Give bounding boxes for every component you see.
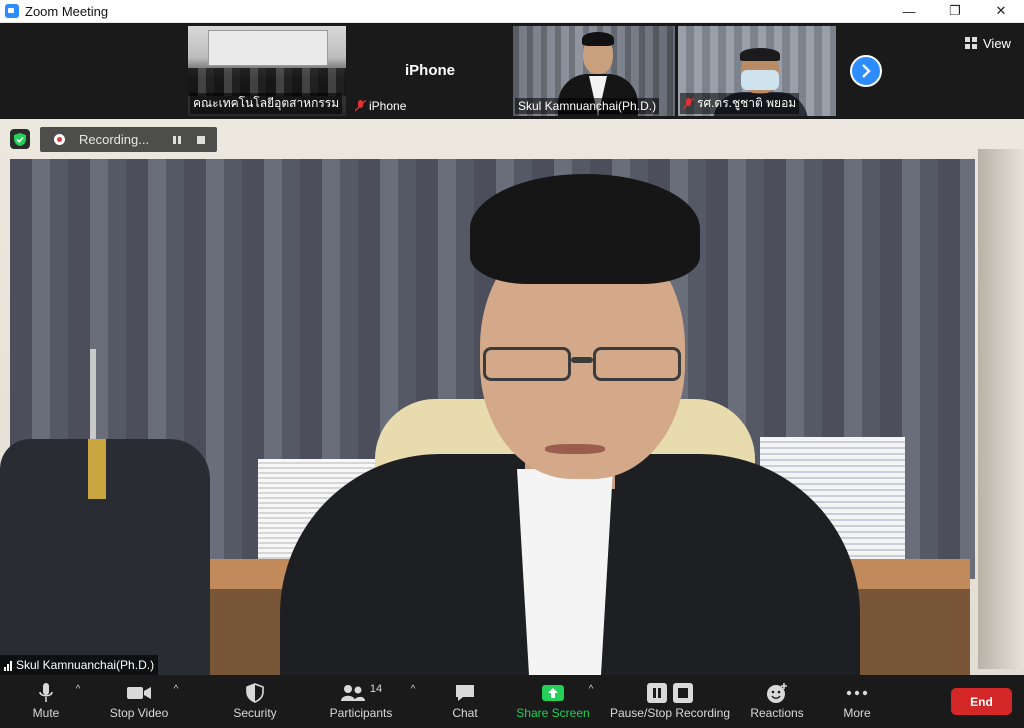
speaker-glasses [483,347,681,387]
security-button[interactable]: Security [228,680,282,726]
mic-muted-icon [355,100,366,112]
more-button[interactable]: More [838,680,876,726]
share-screen-label: Share Screen [516,706,590,720]
mic-muted-icon [683,97,694,109]
active-speaker-video: Recording... Skul Kamnuanchai(Ph.D.) [0,119,1024,675]
recording-controls-icon [647,680,693,706]
reaction-smiley-icon [766,680,788,706]
participant-name-label: รศ.ดร.ชูชาติ พยอม [680,93,800,114]
microphone-icon [39,680,53,706]
person-hair [740,48,780,61]
security-shield-icon[interactable] [10,129,30,149]
stop-icon [197,135,205,144]
hanging-tie [88,439,106,499]
window-controls: — ❐ ✕ [886,0,1024,23]
audio-options-caret[interactable]: ^ [73,685,83,695]
title-bar: Zoom Meeting — ❐ ✕ [0,0,1024,23]
participants-count: 14 [369,683,383,695]
participant-name: iPhone [369,99,407,113]
participant-thumbnail[interactable]: รศ.ดร.ชูชาติ พยอม [678,26,836,116]
reactions-label: Reactions [750,706,804,720]
stop-video-label: Stop Video [109,706,169,720]
share-options-caret[interactable]: ^ [586,685,596,695]
participant-display-name: iPhone [404,62,455,79]
stop-recording-button[interactable] [191,130,211,150]
speaker-hair [470,174,700,284]
speaker-name-tag: Skul Kamnuanchai(Ph.D.) [0,655,159,675]
shield-check-icon [14,132,26,146]
more-ellipsis-icon [846,680,868,706]
face-mask [741,70,779,90]
participant-name: รศ.ดร.ชูชาติ พยอม [697,96,797,110]
video-options-caret[interactable]: ^ [171,685,181,695]
chat-bubble-icon [454,680,476,706]
mute-label: Mute [32,706,60,720]
close-button[interactable]: ✕ [978,0,1024,23]
reactions-button[interactable]: Reactions [748,680,806,726]
stop-icon [673,683,693,703]
view-button[interactable]: View [959,31,1017,55]
grid-icon [965,37,977,49]
participant-thumbnail-active-speaker[interactable]: Skul Kamnuanchai(Ph.D.) [513,26,675,116]
classroom-people [188,68,346,96]
participant-name-label: Skul Kamnuanchai(Ph.D.) [515,98,660,114]
recording-indicator: Recording... [40,127,217,152]
participants-icon: 14 [340,680,382,706]
participants-button[interactable]: 14 Participants [326,680,396,726]
window-frame [978,149,1024,669]
maximize-button[interactable]: ❐ [932,0,978,23]
pause-recording-button[interactable] [167,130,187,150]
participant-thumbnail[interactable]: คณะเทคโนโลยีอุตสาหกรรม [188,26,346,116]
pause-icon [647,683,667,703]
pause-stop-recording-label: Pause/Stop Recording [609,706,731,720]
security-label: Security [233,706,277,720]
mute-button[interactable]: Mute [26,680,66,726]
chevron-right-icon [862,64,871,78]
participant-name: Skul Kamnuanchai(Ph.D.) [518,99,657,113]
participant-name: คณะเทคโนโลยีอุตสาหกรรม [193,96,340,110]
zoom-app-icon [5,4,19,18]
share-screen-icon [541,680,565,706]
signal-strength-icon [4,660,12,671]
share-screen-button[interactable]: Share Screen [516,680,590,726]
pause-icon [173,135,181,144]
speaker-mouth [545,444,605,454]
shield-icon [246,680,264,706]
video-camera-icon [126,680,152,706]
view-label: View [983,35,1011,51]
participant-thumbnail[interactable]: iPhone iPhone [350,26,510,116]
end-meeting-button[interactable]: End [951,688,1012,715]
participants-options-caret[interactable]: ^ [408,685,418,695]
next-page-button[interactable] [850,55,882,87]
participants-label: Participants [329,706,393,720]
participant-thumbnail-strip: คณะเทคโนโลยีอุตสาหกรรม iPhone iPhone Sku… [0,23,1024,119]
record-dot-icon [54,134,65,145]
speaker-name: Skul Kamnuanchai(Ph.D.) [16,658,155,672]
window-title: Zoom Meeting [25,3,109,19]
stop-video-button[interactable]: Stop Video [104,680,174,726]
whiteboard [208,30,328,66]
participant-name-label: คณะเทคโนโลยีอุตสาหกรรม [190,93,343,114]
more-label: More [843,706,871,720]
participant-name-label: iPhone [352,98,409,114]
pause-stop-recording-button[interactable]: Pause/Stop Recording [608,680,732,726]
recording-label: Recording... [79,132,150,147]
meeting-toolbar: Mute ^ Stop Video ^ Security 14 Particip… [0,675,1024,728]
person-hair [582,32,614,46]
minimize-button[interactable]: — [886,0,932,23]
chat-label: Chat [452,706,478,720]
chat-button[interactable]: Chat [445,680,485,726]
